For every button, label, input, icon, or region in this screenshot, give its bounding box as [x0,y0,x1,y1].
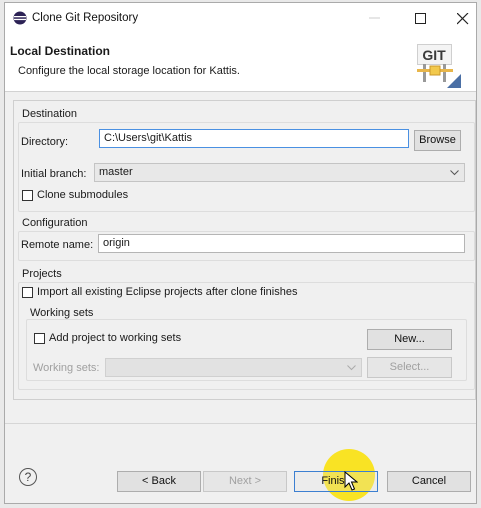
help-icon[interactable]: ? [19,468,37,486]
remote-name-input[interactable]: origin [98,234,465,253]
maximize-button[interactable] [401,7,441,29]
close-icon [457,13,469,25]
working-sets-select[interactable] [105,358,362,377]
clone-git-repository-dialog: Clone Git Repository Local Destination C… [4,2,477,504]
projects-section-title: Projects [22,268,62,280]
page-title: Local Destination [10,44,111,58]
finish-button[interactable]: Finish [294,471,378,492]
close-button[interactable] [443,7,481,29]
configuration-section-title: Configuration [22,217,88,229]
select-working-sets-button[interactable]: Select... [367,357,452,378]
add-to-working-sets-label[interactable]: Add project to working sets [49,332,181,344]
minimize-icon [369,17,380,19]
working-sets-label: Working sets: [33,362,100,374]
working-sets-section-title: Working sets [30,307,94,319]
eclipse-icon [13,11,27,25]
wizard-header: Local Destination Configure the local st… [5,33,476,92]
clone-submodules-label[interactable]: Clone submodules [37,189,128,201]
chevron-down-icon [347,365,356,371]
browse-button[interactable]: Browse [414,130,461,151]
directory-label: Directory: [21,136,69,148]
remote-name-label: Remote name: [21,239,94,251]
back-button[interactable]: < Back [117,471,201,492]
import-projects-checkbox[interactable] [22,287,33,298]
initial-branch-label: Initial branch: [21,168,87,180]
clone-submodules-checkbox[interactable] [22,190,33,201]
footer-separator [5,423,476,424]
git-logo-text: GIT [422,47,446,63]
minimize-button[interactable] [355,7,395,29]
page-description: Configure the local storage location for… [18,65,240,77]
chevron-down-icon [450,170,459,176]
title-bar[interactable]: Clone Git Repository [5,3,476,33]
directory-input[interactable]: C:\Users\git\Kattis [99,129,409,148]
new-working-set-button[interactable]: New... [367,329,452,350]
initial-branch-value: master [99,166,133,178]
import-projects-label[interactable]: Import all existing Eclipse projects aft… [37,286,297,298]
destination-section-title: Destination [22,108,78,120]
cancel-button[interactable]: Cancel [387,471,471,492]
mouse-cursor-icon [344,471,358,491]
initial-branch-select[interactable]: master [94,163,465,182]
maximize-icon [415,13,426,24]
next-button[interactable]: Next > [203,471,287,492]
add-to-working-sets-checkbox[interactable] [34,333,45,344]
window-title: Clone Git Repository [32,12,139,24]
git-logo-icon: GIT [417,44,461,88]
